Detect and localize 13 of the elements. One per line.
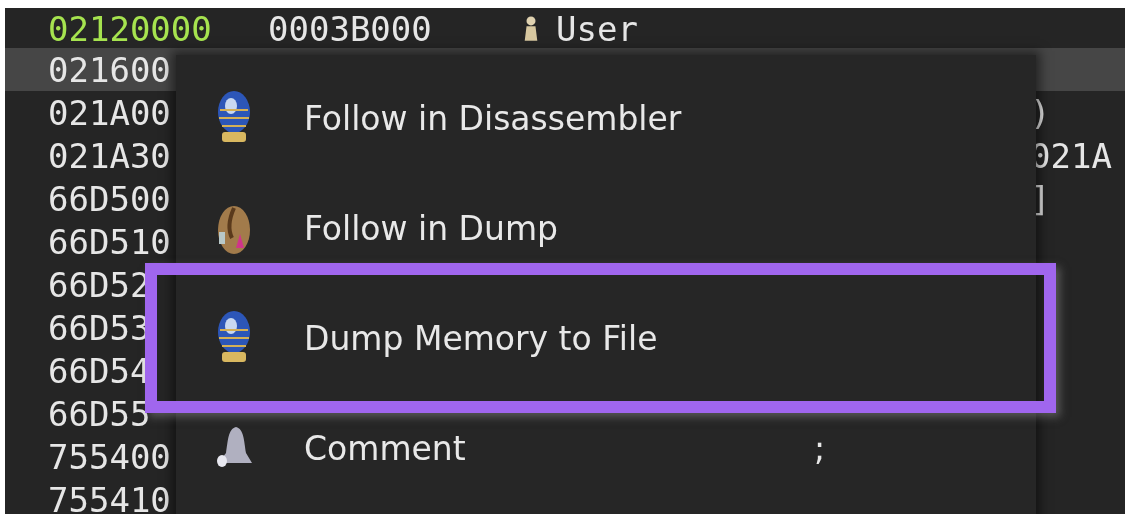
size-cell-text: 0003B000: [267, 14, 433, 44]
address-cell: 755410: [48, 484, 171, 514]
address-cell: 66D54: [48, 355, 151, 386]
address-cell: 66D55: [48, 398, 151, 429]
address-cell: 02120000: [48, 14, 212, 44]
address-cell: 021600: [48, 54, 171, 85]
address-cell: 021A30: [48, 140, 171, 171]
user-icon: [522, 15, 540, 43]
table-row[interactable]: 02120000 0003B000 User: [5, 8, 1125, 48]
address-cell: 66D52: [48, 269, 151, 300]
address-cell: 66D500: [48, 183, 171, 214]
type-cell: User: [556, 14, 638, 44]
shortcut-label: ;: [814, 428, 827, 468]
